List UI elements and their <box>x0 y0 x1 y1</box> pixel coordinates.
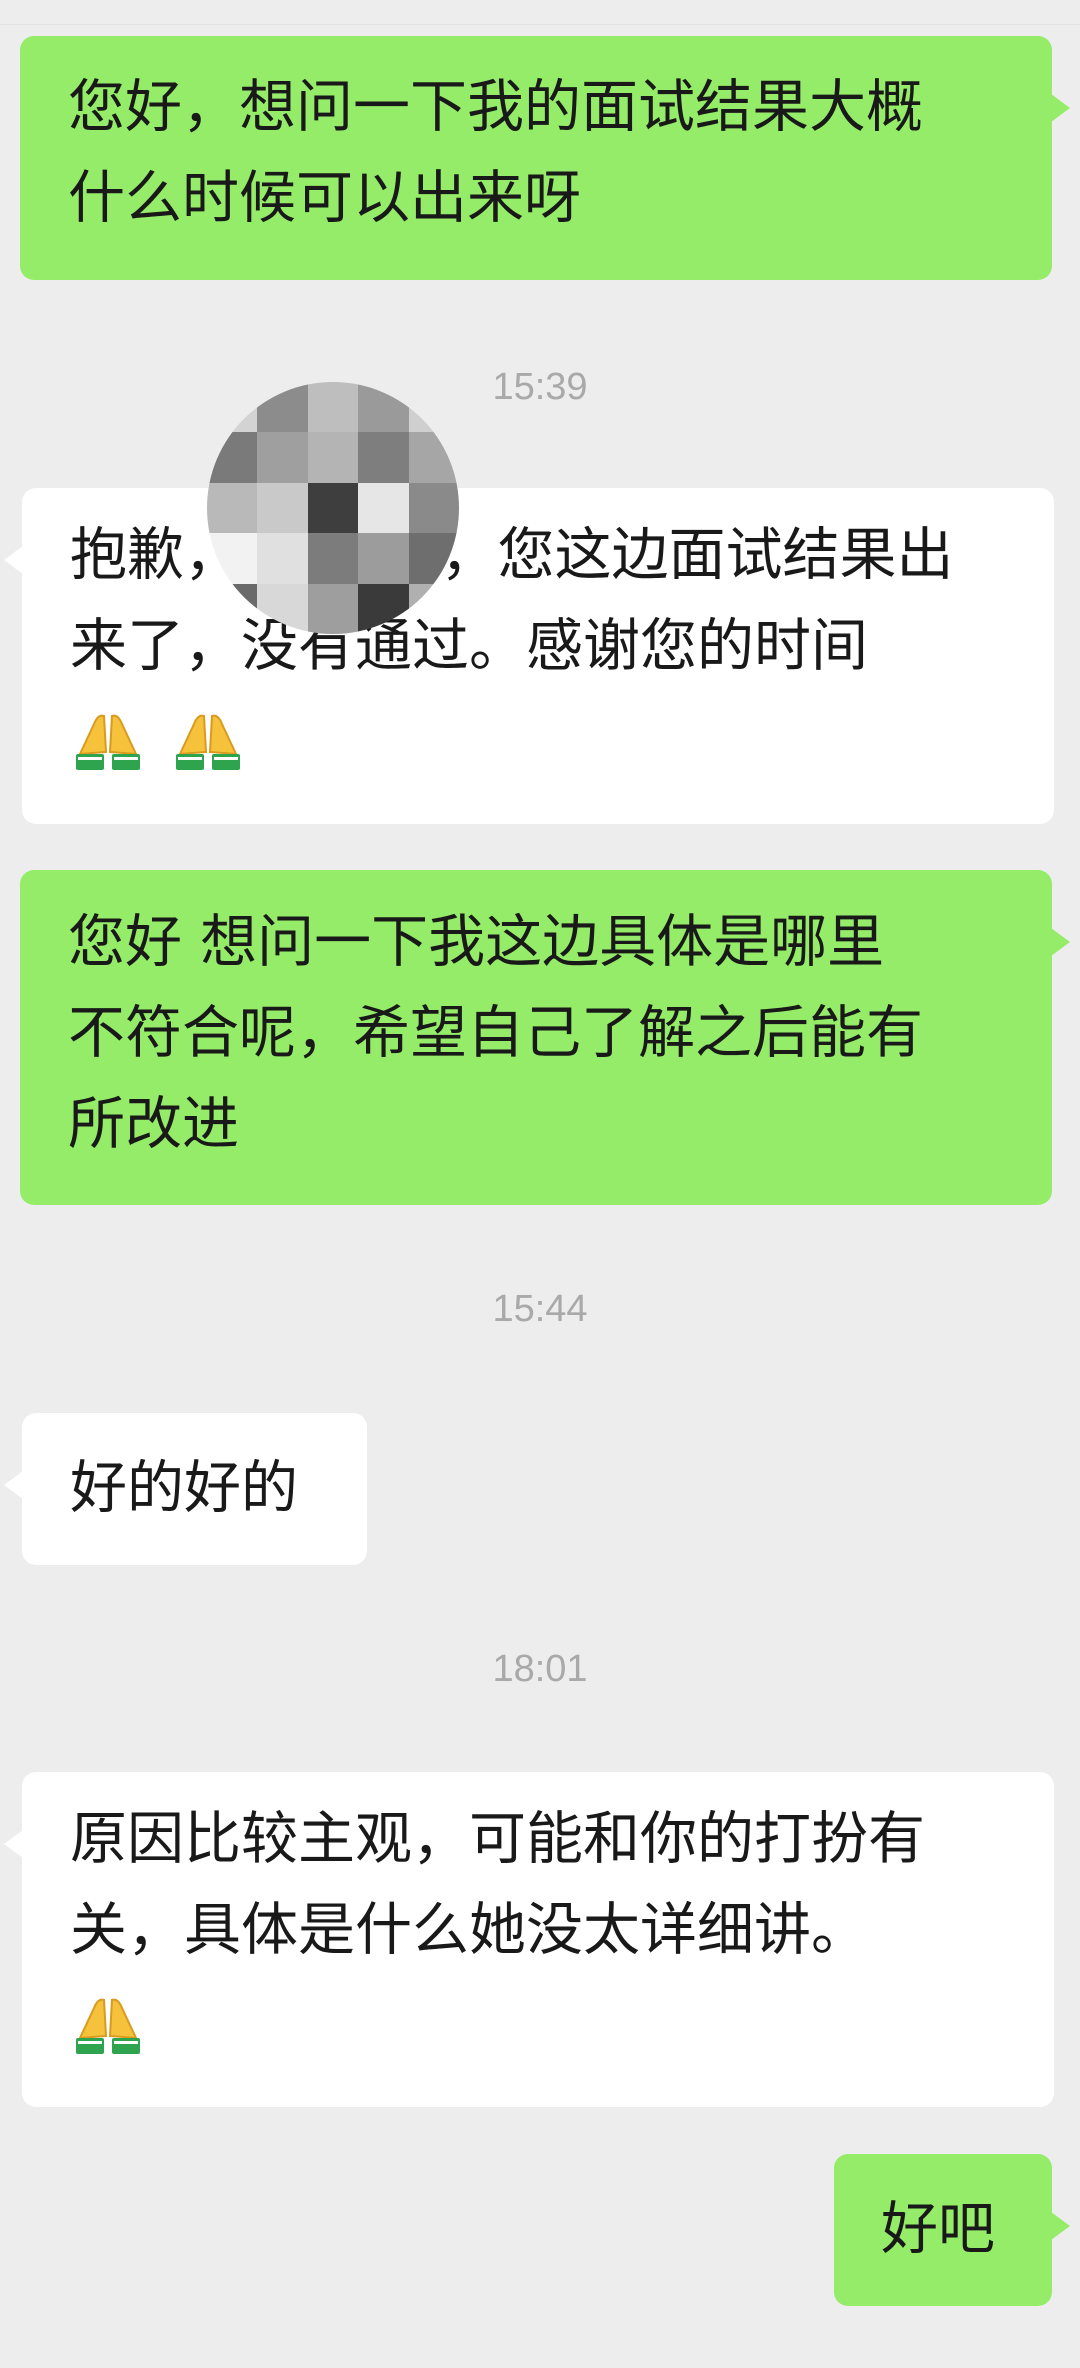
message-line: 好的好的 <box>70 1455 298 1521</box>
pray-icon <box>76 714 140 770</box>
timestamp: 15:39 <box>492 366 588 408</box>
timestamp: 18:01 <box>492 1648 588 1690</box>
message-bubble-incoming[interactable]: 原因比较主观，可能和你的打扮有 关，具体是什么她没太详细讲。 <box>4 1772 1054 2107</box>
message-line: 好吧 <box>881 2196 995 2262</box>
emoji-row <box>70 692 1006 783</box>
timestamp: 15:44 <box>492 1288 588 1330</box>
pray-icon <box>176 714 241 770</box>
message-line: 来了，没有通过。感谢您的时间 <box>70 613 868 679</box>
message-bubble-outgoing[interactable]: 您好，想问一下我的面试结果大概 什么时候可以出来呀 <box>20 36 1070 280</box>
message-line: 所改进 <box>68 1091 239 1157</box>
emoji-row <box>70 1976 1006 2067</box>
top-divider <box>0 24 1080 25</box>
message-bubble-outgoing[interactable]: 您好 想问一下我这边具体是哪里 不符合呢，希望自己了解之后能有 所改进 <box>20 870 1070 1205</box>
message-line: 原因比较主观，可能和你的打扮有 <box>70 1806 925 1872</box>
message-bubble-incoming[interactable]: 好的好的 <box>4 1413 367 1565</box>
message-line: 什么时候可以出来呀 <box>68 165 581 231</box>
message-line: 您好，想问一下我的面试结果大概 <box>68 74 923 140</box>
message-bubble-outgoing[interactable]: 好吧 <box>834 2154 1070 2306</box>
pray-icon <box>76 1998 140 2054</box>
censor-mosaic <box>207 382 459 634</box>
message-line: 您好 想问一下我这边具体是哪里 <box>68 909 885 975</box>
message-bubble-incoming[interactable]: 抱歉， ，您这边面试结果出 来了，没有通过。感谢您的时间 <box>4 488 1054 824</box>
message-line: 关，具体是什么她没太详细讲。 <box>70 1897 868 1963</box>
message-line: 不符合呢，希望自己了解之后能有 <box>68 1000 923 1066</box>
